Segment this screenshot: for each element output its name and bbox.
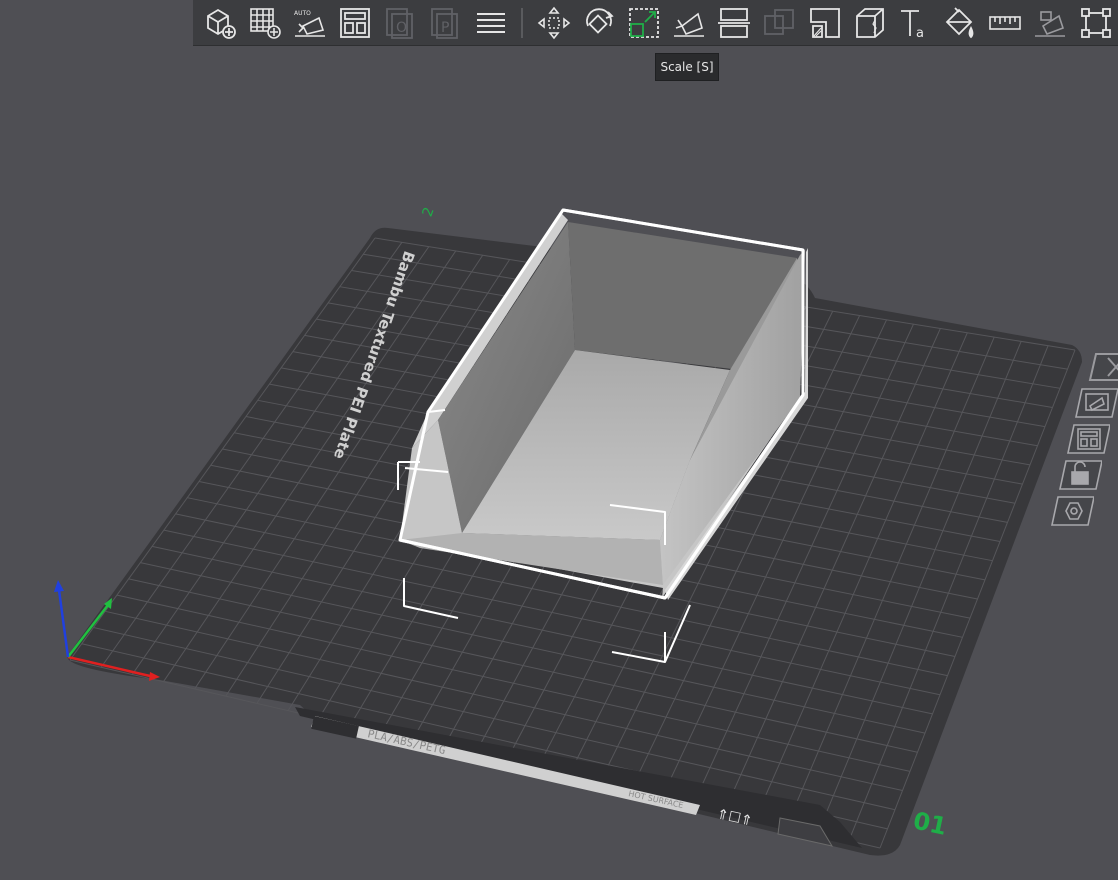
svg-text:O: O bbox=[396, 20, 407, 36]
ruler-icon bbox=[989, 15, 1021, 30]
auto-orient-plate-button[interactable] bbox=[1074, 386, 1118, 420]
lay-on-face-icon bbox=[674, 12, 705, 37]
lock-plate-button[interactable] bbox=[1058, 458, 1103, 492]
arrange-icon bbox=[340, 7, 370, 38]
cut-button[interactable] bbox=[715, 3, 754, 43]
cut-icon bbox=[718, 7, 751, 38]
close-plate-button[interactable] bbox=[1086, 350, 1118, 384]
svg-text:AUTO: AUTO bbox=[294, 10, 311, 17]
grid-plus-icon bbox=[249, 7, 281, 39]
plate-side-tools bbox=[1051, 350, 1118, 550]
hexagon-settings-icon bbox=[1051, 496, 1095, 526]
auto-orient-icon bbox=[1075, 388, 1118, 418]
measure-button[interactable] bbox=[986, 3, 1025, 43]
arrange-button[interactable] bbox=[335, 3, 374, 43]
frame-icon bbox=[1080, 7, 1111, 38]
split-objects-button[interactable]: O bbox=[381, 3, 420, 43]
lay-on-face-button[interactable] bbox=[670, 3, 709, 43]
arrange-plate-button[interactable] bbox=[1066, 422, 1111, 456]
svg-text:P: P bbox=[441, 20, 449, 36]
plate-corner-marker: 2 bbox=[420, 205, 438, 219]
support-paint-icon bbox=[809, 7, 840, 38]
rotate-button[interactable] bbox=[579, 3, 618, 43]
add-object-button[interactable] bbox=[200, 3, 239, 43]
boolean-icon bbox=[764, 8, 795, 35]
boolean-button[interactable] bbox=[760, 3, 799, 43]
move-button[interactable] bbox=[534, 3, 573, 43]
text-icon: a bbox=[900, 9, 924, 40]
mesh-boolean-button[interactable] bbox=[1076, 3, 1115, 43]
top-toolbar: AUTO O P a bbox=[193, 0, 1118, 46]
scale-icon bbox=[629, 7, 659, 38]
move-icon bbox=[537, 6, 570, 39]
color-painting-button[interactable] bbox=[940, 3, 979, 43]
close-icon bbox=[1088, 353, 1118, 381]
cube-plus-icon bbox=[206, 8, 236, 39]
scale-button[interactable] bbox=[624, 3, 663, 43]
paint-bucket-icon bbox=[945, 6, 974, 38]
layers-icon bbox=[476, 12, 505, 33]
split-parts-button[interactable]: P bbox=[426, 3, 465, 43]
split-parts-icon: P bbox=[431, 7, 459, 39]
text-button[interactable]: a bbox=[895, 3, 934, 43]
seam-painting-button[interactable] bbox=[850, 3, 889, 43]
seam-paint-icon bbox=[855, 7, 884, 38]
lock-icon bbox=[1059, 460, 1103, 490]
auto-orient-button[interactable]: AUTO bbox=[290, 3, 329, 43]
auto-orient-icon: AUTO bbox=[294, 10, 325, 37]
plate-number: 01 bbox=[911, 806, 949, 840]
split-objects-icon: O bbox=[386, 7, 414, 39]
toolbar-separator bbox=[521, 7, 524, 38]
variable-layer-height-button[interactable] bbox=[471, 3, 510, 43]
svg-text:a: a bbox=[916, 26, 924, 40]
tooltip: Scale [S] bbox=[655, 53, 719, 81]
z-axis bbox=[57, 589, 70, 658]
assembly-button[interactable] bbox=[1031, 3, 1070, 43]
arrange-icon bbox=[1067, 424, 1111, 454]
support-painting-button[interactable] bbox=[805, 3, 844, 43]
rotate-icon bbox=[585, 7, 614, 34]
assembly-icon bbox=[1035, 10, 1066, 37]
add-plate-button[interactable] bbox=[245, 3, 284, 43]
plate-settings-button[interactable] bbox=[1050, 494, 1095, 528]
scene-canvas[interactable]: PLA/ABS/PETG HOT SURFACE ⇑☐⇑ Bambu Textu… bbox=[0, 0, 1118, 876]
3d-viewport[interactable]: PLA/ABS/PETG HOT SURFACE ⇑☐⇑ Bambu Textu… bbox=[0, 0, 1118, 876]
